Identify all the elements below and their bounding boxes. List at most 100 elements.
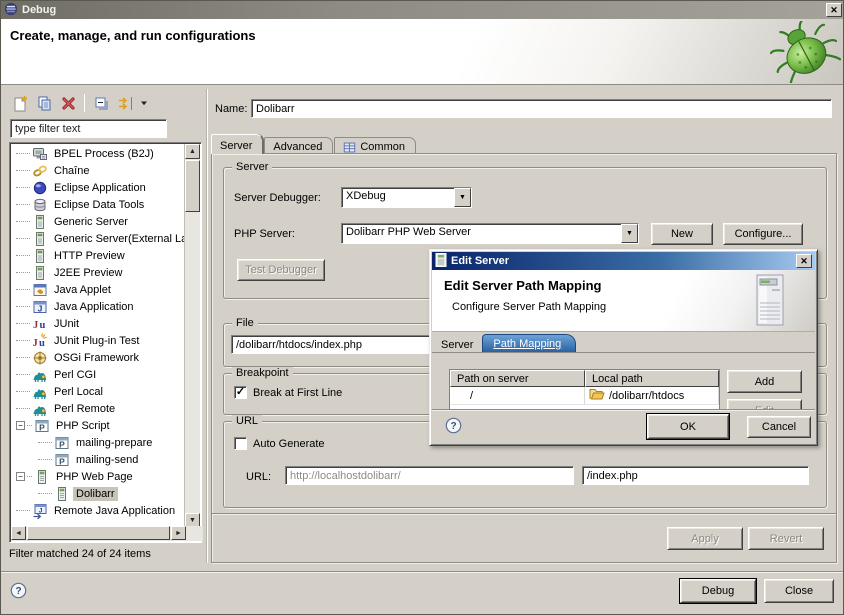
footer-separator [1,571,844,573]
break-first-line-checkbox[interactable]: ✓ [234,386,247,399]
debug-button[interactable]: Debug [680,579,756,603]
tree-item-dolibarr[interactable]: Dolibarr [12,485,186,502]
php-server-label: PHP Server: [234,228,295,240]
tree-item-label: Perl CGI [51,368,99,382]
horizontal-scroll-thumb[interactable] [27,526,170,540]
duplicate-configuration-icon[interactable] [33,92,55,114]
tree-item-http-preview[interactable]: HTTP Preview [12,247,186,264]
path-mapping-table: Path on server Local path //dolibarr/htd… [449,369,720,413]
tree-item-perl-cgi[interactable]: Perl CGI [12,366,186,383]
eclipse-logo-icon [4,2,18,19]
tree-item-generic-server[interactable]: Generic Server [12,213,186,230]
svg-text:P: P [59,439,65,449]
name-input[interactable] [251,99,832,118]
tree-item-perl-remote[interactable]: Perl Remote [12,400,186,417]
php-icon: P [34,418,50,434]
auto-generate-checkbox[interactable] [234,437,247,450]
tree-item-java-application[interactable]: JJava Application [12,298,186,315]
table-header: Path on server Local path [450,370,719,387]
filter-configurations-icon[interactable] [114,92,136,114]
window-close-button[interactable]: ✕ [826,3,842,17]
server-window-icon [435,253,447,270]
chevron-down-icon[interactable]: ▼ [454,188,471,207]
dialog-banner: Edit Server Path Mapping Configure Serve… [432,270,815,332]
tree-item-j2ee-preview[interactable]: J2EE Preview [12,264,186,281]
tree-item-java-applet[interactable]: Java Applet [12,281,186,298]
junit-plugin-icon: Ju [32,333,48,349]
tab-common[interactable]: Common [334,137,416,154]
tab-advanced[interactable]: Advanced [264,137,333,154]
tree-item-remote-java-application[interactable]: JRemote Java Application [12,502,186,519]
filter-input[interactable] [10,119,167,138]
tree-item-osgi-framework[interactable]: OSGi Framework [12,349,186,366]
collapse-all-icon[interactable] [90,92,112,114]
server-debugger-select[interactable]: XDebug ▼ [341,187,472,208]
dialog-tab-server[interactable]: Server [434,336,482,352]
tab-server[interactable]: Server [211,134,263,154]
column-local-path[interactable]: Local path [585,370,719,387]
svg-text:u: u [39,338,45,349]
folder-icon [589,387,605,404]
tree-item-label: PHP Script [53,419,113,433]
scroll-right-icon[interactable]: ► [171,526,186,540]
tree-item-php-web-page[interactable]: − PHP Web Page [12,468,186,485]
osgi-icon [32,350,48,366]
svg-text:u: u [40,320,46,331]
tree-item-eclipse-application[interactable]: Eclipse Application [12,179,186,196]
close-button[interactable]: Close [764,579,834,603]
mapping-row[interactable]: //dolibarr/htdocs [450,387,719,404]
file-group-legend: File [232,317,258,329]
scroll-left-icon[interactable]: ◄ [11,526,26,540]
tree-horizontal-scrollbar[interactable]: ◄ ► [11,526,203,541]
collapse-toggle-icon[interactable]: − [16,421,25,430]
tree-item-generic-server-external-la[interactable]: Generic Server(External La [12,230,186,247]
test-debugger-button: Test Debugger [237,259,325,281]
tree-vertical-scrollbar[interactable]: ▲ ▼ [184,144,200,528]
server-debugger-label: Server Debugger: [234,192,321,204]
tree-item-perl-local[interactable]: Perl Local [12,383,186,400]
new-configuration-icon[interactable] [9,92,31,114]
dialog-help-icon[interactable]: ? [445,417,462,434]
sidebar-toolbar [9,91,150,115]
delete-configuration-icon[interactable] [57,92,79,114]
panel-divider [206,89,207,563]
help-icon[interactable]: ? [10,582,27,599]
tree-item-mailing-send[interactable]: Pmailing-send [12,451,186,468]
url-path-input[interactable] [582,466,809,485]
new-server-button[interactable]: New [651,223,713,245]
add-mapping-button[interactable]: Add [727,370,802,393]
dialog-close-button[interactable]: ✕ [796,254,812,268]
tree-item-junit[interactable]: JuJUnit [12,315,186,332]
tree-item-label: JUnit [51,317,82,331]
tree-item-mailing-prepare[interactable]: Pmailing-prepare [12,434,186,451]
toolbar-menu-dropdown-icon[interactable] [138,92,150,114]
tree-item-eclipse-data-tools[interactable]: Eclipse Data Tools [12,196,186,213]
scroll-up-icon[interactable]: ▲ [185,144,200,159]
server-icon [32,214,48,230]
ok-button[interactable]: OK [647,414,729,439]
bpel-icon [32,146,48,162]
dialog-tab-path-mapping[interactable]: Path Mapping [482,334,576,352]
chevron-down-icon[interactable]: ▼ [621,224,638,243]
url-base-input[interactable] [285,466,574,485]
auto-generate-row: Auto Generate [234,437,325,450]
cancel-button[interactable]: Cancel [747,416,811,438]
tree-item-php-script[interactable]: −PPHP Script [12,417,186,434]
configurations-tree: BPEL Process (B2J)ChaîneEclipse Applicat… [9,142,202,543]
collapse-toggle-icon[interactable]: − [16,472,25,481]
tree-item-cha-ne[interactable]: Chaîne [12,162,186,179]
configure-server-button[interactable]: Configure... [723,223,803,245]
url-label: URL: [246,471,271,483]
vertical-scroll-thumb[interactable] [185,160,200,212]
tree-item-bpel-process-b2j[interactable]: BPEL Process (B2J) [12,145,186,162]
break-first-line-label: Break at First Line [253,387,342,399]
name-label: Name: [215,103,247,115]
perl-icon [32,401,48,417]
apply-button: Apply [667,527,743,550]
tree-item-label: Generic Server(External La [51,232,186,246]
svg-text:P: P [59,456,65,466]
tree-item-junit-plug-in-test[interactable]: JuJUnit Plug-in Test [12,332,186,349]
php-server-select[interactable]: Dolibarr PHP Web Server ▼ [341,223,639,244]
tree-item-label: PHP Web Page [53,470,136,484]
column-path-on-server[interactable]: Path on server [450,370,585,387]
